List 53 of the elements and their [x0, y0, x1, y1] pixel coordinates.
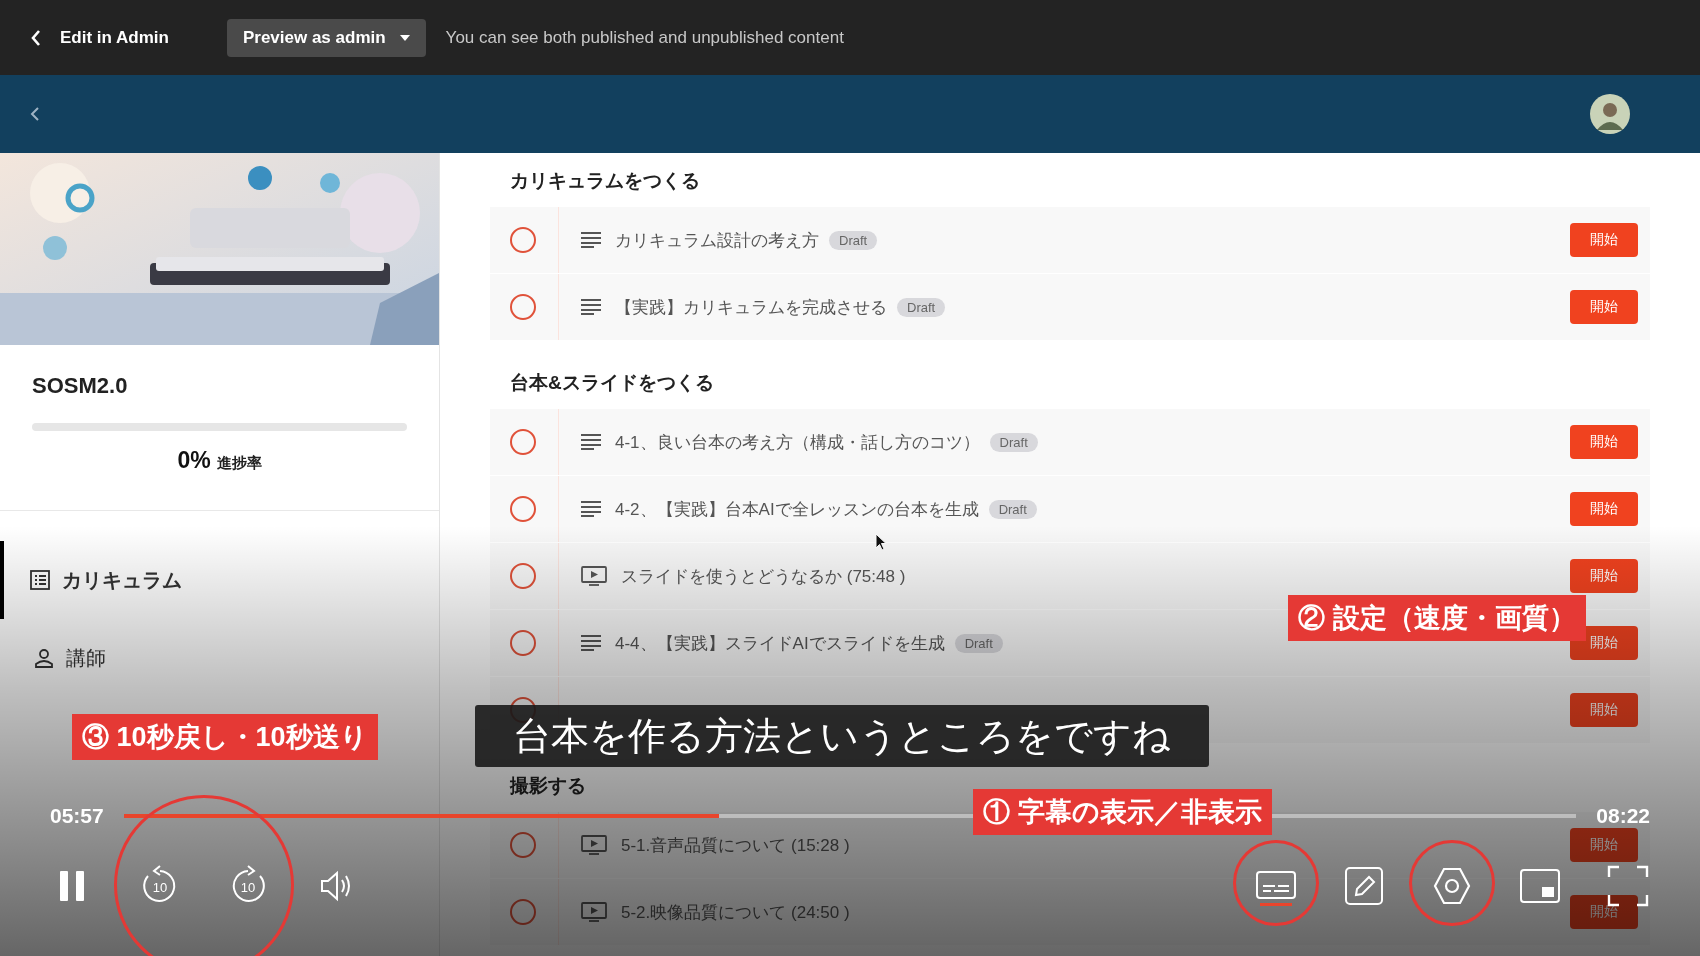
start-button[interactable]: 開始 — [1570, 290, 1638, 324]
text-lines-icon — [581, 232, 601, 248]
annotation-label: ③ 10秒戻し・10秒送り — [72, 714, 378, 760]
chevron-left-icon — [30, 28, 42, 47]
annotation-label: ② 設定（速度・画質） — [1288, 595, 1586, 641]
lesson-title: スライドを使うとどうなるか (75:48 ) — [621, 565, 906, 588]
draft-badge: Draft — [829, 230, 878, 250]
annotation-label: ① 字幕の表示／非表示 — [973, 789, 1272, 835]
progress-percent: 0% — [177, 447, 211, 474]
nav-item[interactable]: 講師 — [0, 619, 439, 697]
draft-badge: Draft — [954, 633, 1003, 653]
section-heading: カリキュラムをつくる — [509, 169, 701, 193]
pencil-icon[interactable] — [1342, 864, 1386, 908]
section-heading: 撮影する — [508, 774, 587, 798]
lesson-title: 4-4、【実践】スライドAIでスライドを生成 — [615, 632, 945, 655]
caret-down-icon — [399, 34, 410, 41]
preview-dropdown[interactable]: Preview as admin — [226, 18, 426, 57]
chevron-left-icon[interactable] — [30, 106, 40, 122]
lesson-title: カリキュラム設計の考え方 — [615, 229, 819, 252]
start-button[interactable]: 開始 — [1570, 559, 1638, 593]
draft-badge: Draft — [989, 432, 1038, 452]
video-icon — [581, 835, 607, 855]
draft-badge: Draft — [897, 297, 946, 317]
text-lines-icon — [581, 635, 601, 651]
list-icon — [30, 570, 50, 590]
back-link[interactable]: Edit in Admin — [30, 27, 169, 48]
avatar[interactable] — [1590, 94, 1630, 134]
lesson-title: 5-2.映像品質について (24:50 ) — [621, 901, 850, 924]
video-icon — [581, 902, 607, 922]
progress-label: 進捗率 — [216, 454, 262, 473]
lesson-title: 4-2、【実践】台本AIで全レッスンの台本を生成 — [615, 498, 979, 521]
start-button[interactable]: 開始 — [1570, 492, 1638, 526]
notice-text: You can see both published and unpublished content — [445, 27, 844, 48]
start-button[interactable]: 開始 — [1570, 828, 1638, 862]
section-heading: 台本&スライドをつくる — [509, 371, 715, 395]
duration: 08:22 — [1596, 804, 1650, 828]
start-button[interactable]: 開始 — [1570, 895, 1638, 929]
start-button[interactable]: 開始 — [1570, 693, 1638, 727]
lesson-title: 5-1.音声品質について (15:28 ) — [621, 834, 850, 857]
nav-item[interactable]: カリキュラム — [0, 541, 439, 619]
text-lines-icon — [581, 501, 601, 517]
current-time: 05:57 — [50, 804, 104, 828]
start-button[interactable]: 開始 — [1570, 223, 1638, 257]
person-icon — [34, 648, 54, 668]
draft-badge: Draft — [988, 499, 1037, 519]
start-button[interactable]: 開始 — [1570, 425, 1638, 459]
lesson-title: 4-1、良い台本の考え方（構成・話し方のコツ） — [615, 431, 980, 454]
lesson-title: 【実践】カリキュラムを完成させる — [615, 296, 887, 319]
text-lines-icon — [581, 434, 601, 450]
subtitle-caption: 台本を作る方法というところをですね — [475, 705, 1209, 767]
video-icon — [581, 566, 607, 586]
course-title: SOSM2.0 — [32, 373, 129, 400]
text-lines-icon — [581, 299, 601, 315]
